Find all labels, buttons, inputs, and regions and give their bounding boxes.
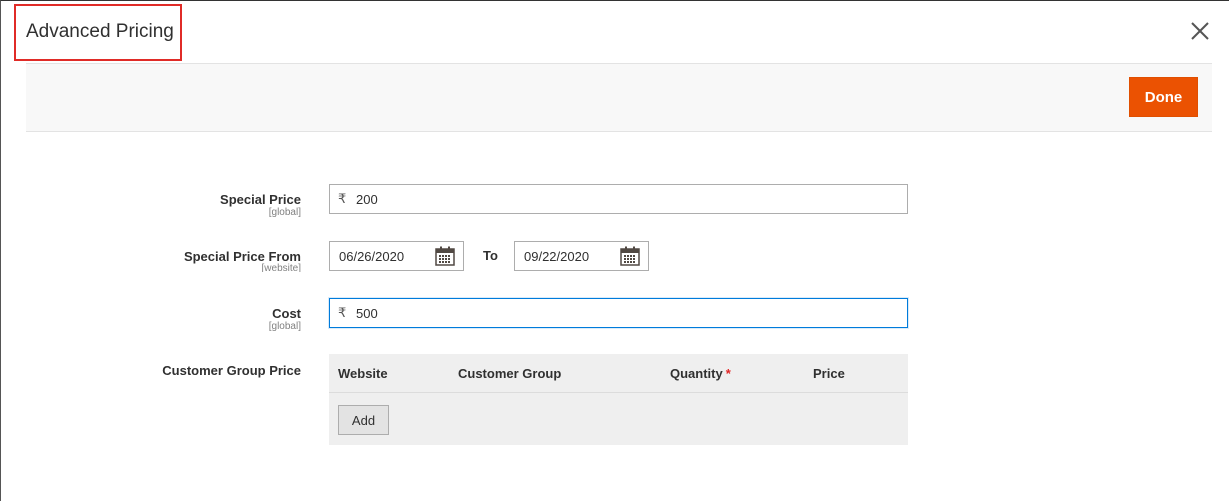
required-marker: * bbox=[725, 366, 731, 381]
column-header-price: Price bbox=[813, 366, 845, 381]
customer-group-price-grid: Website Customer Group Quantity * Price bbox=[329, 354, 908, 445]
special-price-input[interactable]: ₹ 200 bbox=[329, 184, 908, 214]
cost-label: Cost bbox=[272, 306, 301, 321]
special-price-from-scope: [website] bbox=[261, 263, 301, 272]
to-label: To bbox=[483, 248, 498, 263]
special-price-from-date-input[interactable]: 06/26/2020 bbox=[329, 241, 464, 271]
column-header-quantity: Quantity * bbox=[670, 366, 731, 381]
close-icon[interactable] bbox=[1189, 20, 1211, 42]
advanced-pricing-modal: Advanced Pricing Done Special Price [glo… bbox=[0, 0, 1229, 501]
from-date-value: 06/26/2020 bbox=[339, 248, 405, 264]
special-price-scope: [global] bbox=[268, 207, 301, 218]
done-button[interactable]: Done bbox=[1129, 77, 1198, 117]
column-header-customer-group: Customer Group bbox=[458, 366, 562, 381]
rupee-currency-icon: ₹ bbox=[338, 191, 347, 206]
modal-action-bar bbox=[26, 63, 1212, 132]
column-header-website: Website bbox=[338, 366, 388, 381]
calendar-icon[interactable] bbox=[435, 246, 455, 266]
cost-value: 500 bbox=[356, 305, 378, 321]
special-price-from-label: Special Price From bbox=[183, 249, 301, 264]
special-price-to-date-input[interactable]: 09/22/2020 bbox=[514, 241, 649, 271]
to-date-value: 09/22/2020 bbox=[524, 248, 590, 264]
rupee-currency-icon: ₹ bbox=[338, 305, 347, 320]
grid-header: Website Customer Group Quantity * Price bbox=[329, 354, 908, 393]
quantity-header-text: Quantity bbox=[670, 366, 723, 381]
calendar-icon[interactable] bbox=[620, 246, 640, 266]
special-price-value: 200 bbox=[356, 191, 378, 207]
modal-title: Advanced Pricing bbox=[26, 21, 174, 42]
special-price-label: Special Price bbox=[220, 192, 301, 207]
customer-group-price-label: Customer Group Price bbox=[162, 363, 301, 378]
cost-input[interactable]: ₹ 500 bbox=[329, 298, 908, 328]
add-button[interactable]: Add bbox=[338, 405, 389, 435]
cost-scope: [global] bbox=[268, 321, 301, 332]
